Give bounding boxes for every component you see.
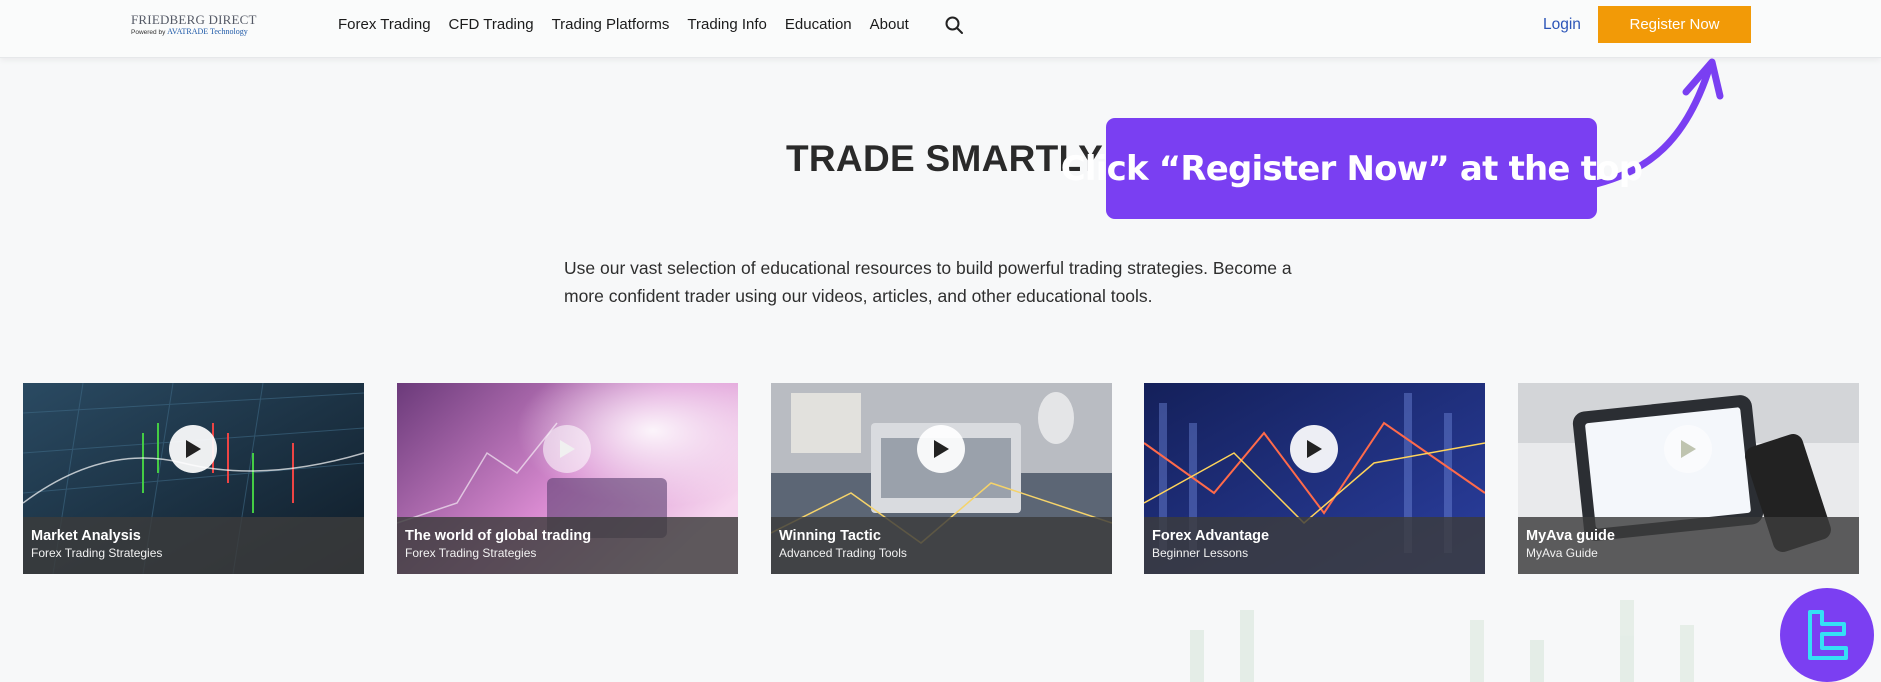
nav-education[interactable]: Education: [785, 16, 852, 34]
play-icon[interactable]: [169, 425, 217, 473]
search-icon[interactable]: [944, 15, 964, 35]
video-card-market-analysis[interactable]: Market Analysis Forex Trading Strategies: [23, 383, 364, 574]
card-subtitle: Forex Trading Strategies: [405, 546, 537, 560]
nav-cfd-trading[interactable]: CFD Trading: [449, 16, 534, 34]
logo-brand-text: AVATRADE Technology: [167, 27, 248, 36]
background-chart-decoration: [1190, 600, 1694, 682]
play-icon[interactable]: [543, 425, 591, 473]
card-caption: MyAva guide MyAva Guide: [1518, 517, 1859, 574]
card-title: Forex Advantage: [1152, 528, 1270, 544]
card-title: The world of global trading: [405, 528, 592, 544]
callout-text: Click “Register Now” at the top: [1060, 148, 1643, 189]
card-title: Market Analysis: [31, 528, 141, 544]
main-nav: Forex Trading CFD Trading Trading Platfo…: [338, 16, 927, 34]
video-card-forex-advantage[interactable]: Forex Advantage Beginner Lessons: [1144, 383, 1485, 574]
card-subtitle: Forex Trading Strategies: [31, 546, 163, 560]
logo-main-text: FRIEDBERG DIRECT: [131, 12, 257, 27]
play-icon[interactable]: [1664, 425, 1712, 473]
card-caption: Forex Advantage Beginner Lessons: [1144, 517, 1485, 574]
tradingfinder-logo-icon: [1780, 588, 1874, 682]
page-title: TRADE SMARTLY: [786, 138, 1104, 179]
card-title: Winning Tactic: [779, 528, 881, 544]
hero-description: Use our vast selection of educational re…: [564, 258, 1292, 306]
video-card-myava-guide[interactable]: MyAva guide MyAva Guide: [1518, 383, 1859, 574]
register-now-button[interactable]: Register Now: [1598, 6, 1751, 43]
card-subtitle: MyAva Guide: [1526, 546, 1598, 560]
logo-sub-text: Powered by AVATRADE Technology: [131, 27, 261, 38]
card-title: MyAva guide: [1526, 528, 1615, 544]
play-icon[interactable]: [917, 425, 965, 473]
play-icon[interactable]: [1290, 425, 1338, 473]
nav-forex-trading[interactable]: Forex Trading: [338, 16, 431, 34]
logo-powered-text: Powered by: [131, 29, 166, 36]
card-caption: The world of global trading Forex Tradin…: [397, 517, 738, 574]
card-caption: Market Analysis Forex Trading Strategies: [23, 517, 364, 574]
card-caption: Winning Tactic Advanced Trading Tools: [771, 517, 1112, 574]
card-subtitle: Beginner Lessons: [1152, 546, 1249, 560]
nav-trading-info[interactable]: Trading Info: [687, 16, 767, 34]
nav-about[interactable]: About: [870, 16, 909, 34]
card-subtitle: Advanced Trading Tools: [779, 546, 907, 560]
friedberg-direct-logo[interactable]: FRIEDBERG DIRECT Powered by AVATRADE Tec…: [131, 13, 261, 38]
video-card-winning-tactic[interactable]: Winning Tactic Advanced Trading Tools: [771, 383, 1112, 574]
video-card-global-trading[interactable]: The world of global trading Forex Tradin…: [397, 383, 738, 574]
nav-trading-platforms[interactable]: Trading Platforms: [552, 16, 670, 34]
login-link[interactable]: Login: [1543, 16, 1581, 34]
instruction-callout: Click “Register Now” at the top: [1061, 118, 1643, 219]
